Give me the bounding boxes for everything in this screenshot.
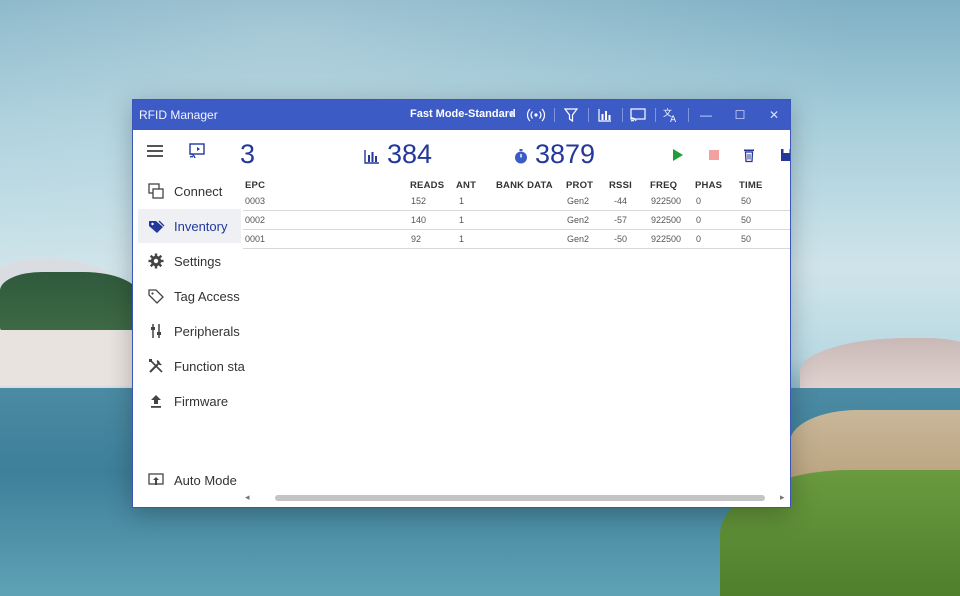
cell-ant: 1 — [459, 215, 465, 225]
table-row[interactable]: 0001 92 1 Gen2 -50 922500 0 50 — [243, 230, 790, 249]
toolbar-divider — [688, 108, 689, 122]
desktop-trees — [0, 272, 140, 334]
app-title: RFID Manager — [139, 108, 218, 122]
tag-count: 3 — [240, 139, 256, 169]
title-bar: RFID Manager Fast Mode-Standard 文 A — ☐ … — [133, 100, 790, 130]
sidebar-item-settings[interactable]: Settings — [138, 244, 241, 278]
column-header-time[interactable]: TIME — [739, 180, 763, 191]
toolbar-divider — [655, 108, 656, 122]
sidebar-item-label: Peripherals — [174, 324, 240, 339]
horizontal-scrollbar[interactable]: ◂ ▸ — [243, 490, 790, 506]
cell-rssi: -44 — [614, 196, 628, 206]
cell-phas: 0 — [696, 234, 702, 244]
sidebar-item-inventory[interactable]: Inventory — [138, 209, 241, 243]
cell-ant: 1 — [459, 234, 465, 244]
cell-reads: 152 — [411, 196, 427, 206]
cell-epc: 0002 — [245, 215, 266, 225]
auto-mode-icon — [148, 473, 164, 485]
sidebar-item-peripherals[interactable]: Peripherals — [138, 314, 241, 348]
desktop-shore — [0, 330, 140, 386]
cell-freq: 922500 — [651, 215, 682, 225]
bar-chart-icon[interactable] — [596, 106, 614, 124]
cell-time: 50 — [741, 234, 752, 244]
scroll-right-icon[interactable]: ▸ — [780, 492, 785, 503]
cell-epc: 0003 — [245, 196, 266, 206]
column-header-prot[interactable]: PROT — [566, 180, 593, 191]
antenna-icon[interactable] — [527, 106, 545, 124]
toolbar-divider — [622, 108, 623, 122]
cell-epc: 0001 — [245, 234, 266, 244]
cell-time: 50 — [741, 196, 752, 206]
sidebar-item-label: Connect — [174, 184, 223, 199]
cell-freq: 922500 — [651, 196, 682, 206]
cell-freq: 922500 — [651, 234, 682, 244]
stop-icon[interactable] — [706, 147, 722, 163]
sidebar-item-label: Inventory — [174, 219, 228, 234]
sidebar: Connect Inventory Settings Tag Access Pe… — [133, 130, 245, 507]
column-header-ant[interactable]: ANT — [456, 180, 476, 191]
column-header-reads[interactable]: READS — [410, 180, 444, 191]
rfid-manager-window: RFID Manager Fast Mode-Standard 文 A — ☐ … — [132, 99, 791, 508]
column-header-rssi[interactable]: RSSI — [609, 180, 632, 191]
table-row[interactable]: 0003 152 1 Gen2 -44 922500 0 50 — [243, 192, 790, 211]
sidebar-item-function-status[interactable]: Function sta — [138, 349, 245, 383]
sidebar-item-label: Settings — [174, 254, 221, 269]
column-header-freq[interactable]: FREQ — [650, 180, 677, 191]
read-count: 384 — [387, 139, 433, 169]
gear-icon — [148, 253, 164, 269]
bar-chart-icon — [364, 150, 379, 164]
column-header-bank-data[interactable]: BANK DATA — [496, 180, 553, 191]
filter-icon[interactable] — [562, 106, 580, 124]
cell-time: 50 — [741, 215, 752, 225]
sidebar-item-label: Firmware — [174, 394, 229, 409]
cell-prot: Gen2 — [567, 215, 590, 225]
upload-icon — [151, 395, 161, 408]
table-row[interactable]: 0002 140 1 Gen2 -57 922500 0 50 — [243, 211, 790, 230]
chevron-down-icon[interactable] — [509, 112, 515, 116]
sidebar-item-label: Tag Access — [174, 289, 240, 304]
sidebar-item-tag-access[interactable]: Tag Access — [138, 279, 241, 313]
close-button[interactable]: ✕ — [763, 105, 785, 125]
scroll-left-icon[interactable]: ◂ — [245, 492, 250, 503]
column-header-phas[interactable]: PHAS — [695, 180, 722, 191]
trash-icon[interactable] — [741, 147, 757, 163]
connect-icon — [148, 183, 164, 199]
cell-rssi: -50 — [614, 234, 628, 244]
maximize-button[interactable]: ☐ — [729, 105, 751, 125]
sidebar-item-label: Auto Mode — [174, 473, 237, 488]
screen-cast-icon[interactable] — [629, 106, 647, 124]
sidebar-item-auto-mode[interactable]: Auto Mode — [138, 463, 241, 497]
scrollbar-thumb[interactable] — [275, 495, 765, 501]
elapsed-time: 3879 — [535, 139, 596, 169]
svg-text:A: A — [670, 115, 677, 124]
stopwatch-icon — [515, 149, 527, 164]
screen-cast-icon[interactable] — [187, 142, 207, 160]
cell-rssi: -57 — [614, 215, 628, 225]
cell-prot: Gen2 — [567, 234, 590, 244]
cell-reads: 92 — [411, 234, 422, 244]
translate-icon[interactable]: 文 A — [662, 106, 680, 124]
tag-outline-icon — [148, 289, 164, 304]
toolbar-divider — [554, 108, 555, 122]
sidebar-item-firmware[interactable]: Firmware — [138, 384, 241, 418]
cell-reads: 140 — [411, 215, 427, 225]
cell-phas: 0 — [696, 215, 702, 225]
play-icon[interactable] — [669, 147, 685, 163]
cell-phas: 0 — [696, 196, 702, 206]
minimize-button[interactable]: — — [695, 105, 717, 125]
tag-icon — [149, 220, 165, 233]
column-header-epc[interactable]: EPC — [245, 180, 265, 191]
hamburger-menu-icon[interactable] — [147, 145, 163, 157]
mode-dropdown[interactable]: Fast Mode-Standard — [410, 108, 516, 120]
save-icon[interactable] — [779, 147, 791, 163]
tools-icon — [149, 359, 163, 373]
cell-ant: 1 — [459, 196, 465, 206]
toolbar-divider — [588, 108, 589, 122]
sidebar-item-connect[interactable]: Connect — [138, 174, 241, 208]
cell-prot: Gen2 — [567, 196, 590, 206]
sliders-icon — [151, 324, 161, 338]
sidebar-item-label: Function sta — [174, 359, 245, 374]
